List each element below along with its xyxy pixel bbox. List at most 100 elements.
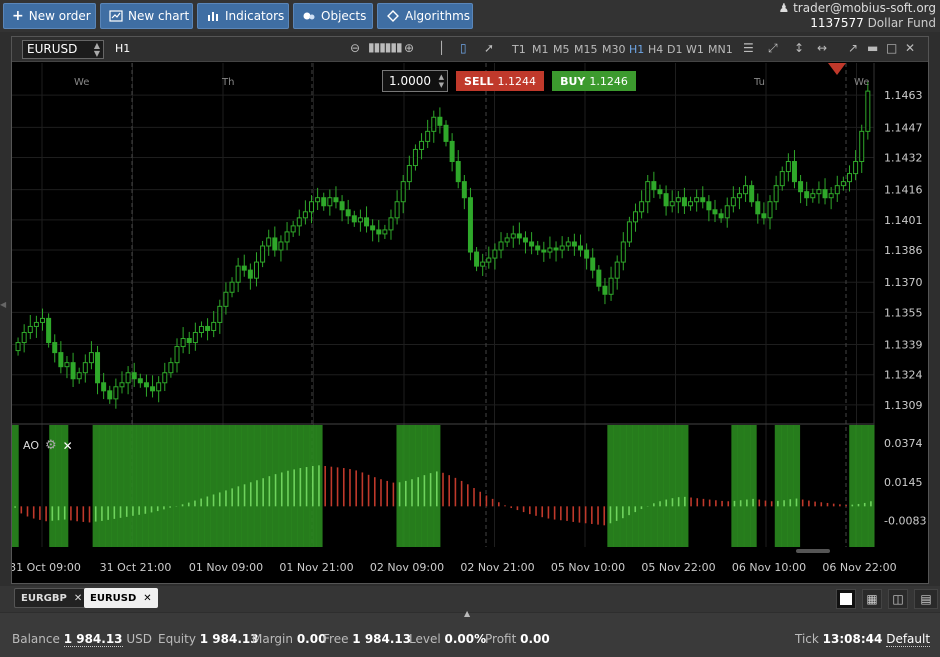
ao-zone <box>855 425 863 547</box>
candle <box>529 241 535 247</box>
sell-button[interactable]: SELL 1.1244 <box>456 71 544 91</box>
tf-W1[interactable]: W1 <box>686 43 704 56</box>
layout-columns-button[interactable]: ◫ <box>888 589 908 609</box>
spin-arrows-icon: ▲ ▼ <box>93 41 100 58</box>
tab-eurusd[interactable]: EURUSD ✕ <box>84 588 158 608</box>
tf-MN1[interactable]: MN1 <box>708 43 733 56</box>
candle <box>828 193 834 199</box>
candle <box>382 229 388 235</box>
candle <box>431 116 437 132</box>
tf-M30[interactable]: M30 <box>602 43 626 56</box>
expand-diagonal-icon[interactable]: ⤢ <box>768 41 778 56</box>
tf-H1[interactable]: H1 <box>629 43 644 56</box>
time-tick: 01 Nov 21:00 <box>279 561 353 574</box>
buy-button[interactable]: BUY 1.1246 <box>552 71 636 91</box>
columns-layout-icon: ◫ <box>892 592 904 606</box>
chart-scrollbar[interactable] <box>796 549 830 553</box>
tick-mode-select[interactable]: Default <box>886 632 931 647</box>
account-id: 1137577 <box>810 16 864 30</box>
time-tick: 06 Nov 22:00 <box>822 561 896 574</box>
algorithms-button[interactable]: Algorithms <box>377 3 473 29</box>
close-icon[interactable]: ✕ <box>74 593 82 604</box>
layers-icon[interactable]: ☰ <box>743 41 754 55</box>
left-collapse-arrow[interactable]: ◀ <box>0 300 6 309</box>
price-tick: 1.1355 <box>884 306 923 319</box>
tf-M1[interactable]: M1 <box>532 43 549 56</box>
candle <box>779 171 785 187</box>
price-tick: 1.1447 <box>884 121 923 134</box>
candle <box>168 362 174 374</box>
tf-M15[interactable]: M15 <box>574 43 598 56</box>
candle <box>419 140 425 150</box>
candle <box>241 265 247 271</box>
ao-zone <box>204 425 211 547</box>
candle <box>681 197 687 207</box>
lot-input[interactable]: 1.0000 ▲ ▼ <box>382 70 448 92</box>
candle <box>46 317 52 344</box>
alert-triangle-icon[interactable] <box>828 63 846 75</box>
bar-chart-type-icon[interactable]: │ <box>438 41 445 55</box>
new-chart-button[interactable]: New chart <box>100 3 193 29</box>
close-icon[interactable]: ✕ <box>905 41 915 55</box>
objects-button[interactable]: Objects <box>293 3 373 29</box>
ao-zone <box>142 425 149 547</box>
ao-zone <box>787 425 794 547</box>
tf-D1[interactable]: D1 <box>667 43 682 56</box>
time-tick: 02 Nov 09:00 <box>370 561 444 574</box>
ao-zone <box>613 425 621 547</box>
candle <box>486 257 492 263</box>
close-icon[interactable]: ✕ <box>143 593 151 604</box>
zoom-in-icon[interactable]: ⊕ <box>404 41 414 55</box>
layout-grid-button[interactable]: ▦ <box>862 589 882 609</box>
candle <box>798 181 804 193</box>
chart-header: EURUSD ▲ ▼ H1 ⊖ ▮▮▮▮▮▮ ⊕ │ ▯ ➚ T1 M1 M5 M… <box>12 37 928 62</box>
objects-label: Objects <box>321 9 367 23</box>
balance-value[interactable]: 1 984.13 <box>63 632 123 647</box>
candle <box>498 241 504 251</box>
candle <box>180 338 186 348</box>
horizontal-scale-icon[interactable]: ↔ <box>817 41 827 55</box>
detach-window-icon[interactable]: ↗ <box>848 41 858 55</box>
candle <box>229 281 235 293</box>
maximize-icon[interactable]: □ <box>886 41 897 55</box>
price-chart[interactable]: 1.1463 1.1447 1.1432 1.1416 1.1401 1.1386 1.13… <box>12 63 928 583</box>
collapse-up-icon[interactable]: ▲ <box>464 609 470 618</box>
ao-tick: 0.0145 <box>884 476 923 489</box>
symbol-select[interactable]: EURUSD ▲ ▼ <box>22 40 104 59</box>
gear-icon[interactable]: ⚙ <box>45 438 57 453</box>
candle <box>834 185 840 195</box>
candle <box>846 173 852 183</box>
tf-T1[interactable]: T1 <box>512 43 526 56</box>
ao-zone <box>222 425 230 547</box>
candle <box>614 261 620 279</box>
indicators-button[interactable]: Indicators <box>197 3 289 29</box>
tf-M5[interactable]: M5 <box>553 43 570 56</box>
ao-zone <box>632 425 639 547</box>
line-chart-type-icon[interactable]: ➚ <box>484 41 494 55</box>
zoom-out-icon[interactable]: ⊖ <box>350 41 360 55</box>
tick: Tick 13:08:44 Default <box>795 632 931 647</box>
vertical-scale-icon[interactable]: ↕ <box>794 41 804 55</box>
ao-zone <box>625 425 633 547</box>
candle <box>357 217 363 223</box>
layout-rows-button[interactable]: ▤ <box>914 589 938 609</box>
candle <box>278 241 284 251</box>
zoom-slider[interactable]: ▮▮▮▮▮▮ <box>368 40 403 54</box>
grid-layout-icon: ▦ <box>866 592 878 606</box>
candle <box>865 90 871 132</box>
tab-eurgbp[interactable]: EURGBP ✕ <box>14 588 90 608</box>
candle <box>296 217 302 227</box>
candle-chart-type-icon[interactable]: ▯ <box>460 41 467 55</box>
candle <box>33 321 39 327</box>
layout-single-button[interactable] <box>836 589 856 609</box>
account-info[interactable]: ♟ trader@mobius-soft.org 1137577 Dollar … <box>779 1 937 31</box>
new-order-button[interactable]: + New order <box>3 3 96 29</box>
candle <box>437 116 443 126</box>
ao-zone <box>123 425 131 547</box>
ao-zone <box>105 425 112 547</box>
candle <box>27 325 33 333</box>
candle <box>205 325 211 331</box>
tf-H4[interactable]: H4 <box>648 43 663 56</box>
minimize-icon[interactable]: ▬ <box>867 41 878 55</box>
close-icon[interactable]: ✕ <box>63 439 73 453</box>
